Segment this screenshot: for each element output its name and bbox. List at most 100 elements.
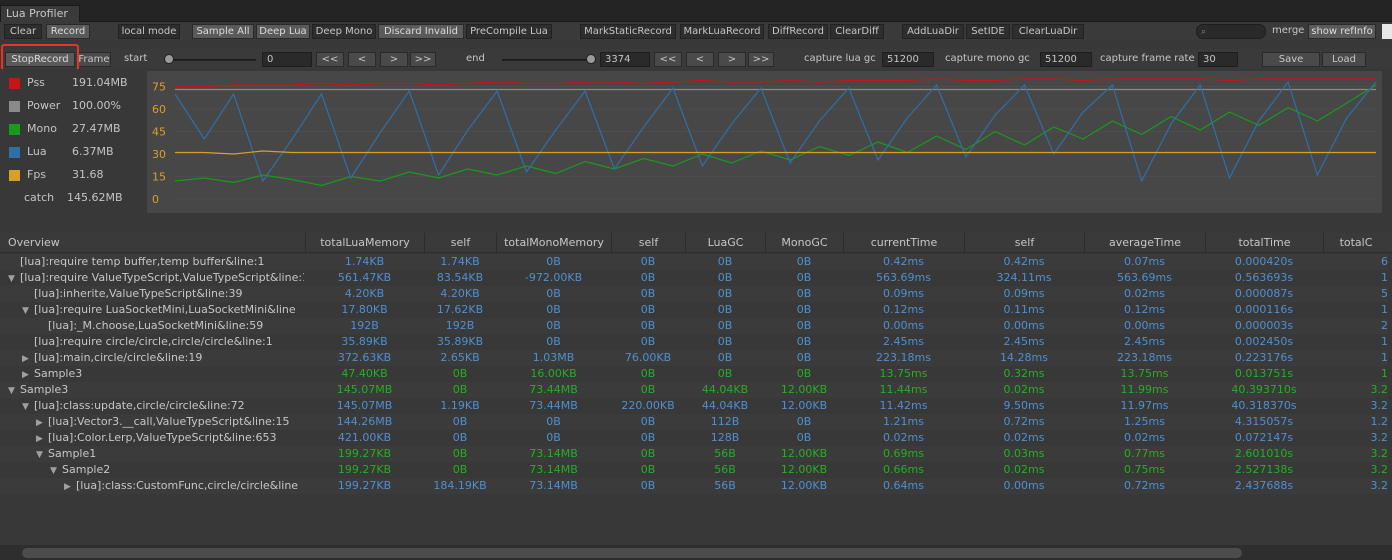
horizontal-scrollbar-thumb[interactable] (22, 548, 1242, 558)
cell-totalc: 1 (1381, 351, 1388, 364)
end-next-far-button[interactable]: >> (748, 52, 774, 67)
table-row[interactable]: ▶ [lua]:Color.Lerp,ValueTypeScript&line:6… (0, 430, 1388, 446)
cell-self: 0.02ms (1003, 431, 1045, 444)
cell-totalluamemory: 145.07MB (336, 399, 393, 412)
cell-totaltime: 2.527138s (1234, 463, 1294, 476)
table-row[interactable]: [lua]:require circle/circle,circle/circl… (0, 334, 1388, 350)
start-next-button[interactable]: > (380, 52, 408, 67)
table-row[interactable]: [lua]:inherite,ValueTypeScript&line:39 4.… (0, 286, 1388, 302)
end-frame-input[interactable]: 3374 (600, 52, 650, 67)
diff-record-button[interactable]: DiffRecord (768, 24, 828, 39)
collapsed-arrow-icon[interactable]: ▶ (36, 431, 48, 446)
row-name: ▶ [lua]:class:CustomFunc,circle/circle&li… (0, 478, 304, 494)
horizontal-scrollbar[interactable] (0, 545, 1392, 560)
column-header-totalluamemory[interactable]: totalLuaMemory (305, 233, 424, 253)
cell-totaltime: 0.223176s (1234, 351, 1294, 364)
cell-currenttime: 11.44ms (879, 383, 928, 396)
table-row[interactable]: ▼ Sample3 145.07MB 0B 73.44MB 0B 44.04KB 12.00K… (0, 382, 1388, 398)
discard-invalid-button[interactable]: Discard Invalid (378, 24, 464, 39)
window-tab[interactable]: Lua Profiler (0, 5, 80, 22)
table-row[interactable]: ▶ [lua]:main,circle/circle&line:19 372.63K… (0, 350, 1388, 366)
column-header-monogc[interactable]: MonoGC (765, 233, 843, 253)
add-lua-dir-button[interactable]: AddLuaDir (902, 24, 964, 39)
collapsed-arrow-icon[interactable]: ▶ (22, 351, 34, 366)
expanded-arrow-icon[interactable]: ▼ (8, 383, 20, 398)
cell-currenttime: 0.66ms (883, 463, 924, 476)
end-prev-far-button[interactable]: << (654, 52, 682, 67)
column-header-overview[interactable]: Overview (0, 233, 305, 253)
sample-all-button[interactable]: Sample All (192, 24, 254, 39)
table-header: Overview totalLuaMemory self totalMonoMemor… (0, 233, 1392, 253)
clear-button[interactable]: Clear (4, 24, 42, 39)
start-prev-button[interactable]: < (348, 52, 376, 67)
row-name: ▼ [lua]:require LuaSocketMini,LuaSocketMi… (0, 302, 304, 318)
column-header-totaltime[interactable]: totalTime (1205, 233, 1323, 253)
deep-mono-button[interactable]: Deep Mono (312, 24, 376, 39)
memory-chart-svg: 75 60 45 30 15 0 (152, 78, 1377, 206)
table-row[interactable]: ▶ [lua]:class:CustomFunc,circle/circle&li… (0, 478, 1388, 494)
cell-self: 184.19KB (433, 479, 487, 492)
row-name-text: Sample2 (62, 463, 111, 476)
column-header-luagc[interactable]: LuaGC (685, 233, 765, 253)
capture-mono-gc-input[interactable]: 51200 (1040, 52, 1092, 67)
merge-label[interactable]: merge (1272, 24, 1304, 38)
local-mode-button[interactable]: local mode (118, 24, 180, 39)
clear-diff-button[interactable]: ClearDiff (830, 24, 884, 39)
set-ide-button[interactable]: SetIDE (966, 24, 1010, 39)
start-frame-input[interactable]: 0 (262, 52, 312, 67)
table-row[interactable]: [lua]:require temp buffer,temp buffer&li… (0, 254, 1388, 270)
table-row[interactable]: ▼ Sample1 199.27KB 0B 73.14MB 0B 56B 12.00KB 0.6… (0, 446, 1388, 462)
table-row[interactable]: ▶ Sample3 47.40KB 0B 16.00KB 0B 0B 0B 13.75ms 0.3… (0, 366, 1388, 382)
column-header-averagetime[interactable]: averageTime (1084, 233, 1205, 253)
search-input[interactable]: ⌕ (1196, 24, 1266, 39)
column-header-self[interactable]: self (424, 233, 496, 253)
collapsed-arrow-icon[interactable]: ▶ (36, 415, 48, 430)
mark-lua-record-button[interactable]: MarkLuaRecord (680, 24, 764, 39)
clear-lua-dir-button[interactable]: ClearLuaDir (1012, 24, 1084, 39)
deep-lua-button[interactable]: Deep Lua (256, 24, 310, 39)
start-slider-handle[interactable] (164, 54, 174, 64)
cell-self: 4.20KB (440, 287, 480, 300)
table-row[interactable]: ▼ [lua]:require LuaSocketMini,LuaSocketMi… (0, 302, 1388, 318)
column-header-self[interactable]: self (964, 233, 1084, 253)
show-ref-info-button[interactable]: show refInfo (1308, 24, 1376, 39)
start-next-far-button[interactable]: >> (410, 52, 436, 67)
precompile-lua-button[interactable]: PreCompile Lua (466, 24, 552, 39)
expanded-arrow-icon[interactable]: ▼ (22, 303, 34, 318)
load-button[interactable]: Load (1322, 52, 1366, 67)
end-next-button[interactable]: > (718, 52, 746, 67)
mark-static-record-button[interactable]: MarkStaticRecord (580, 24, 676, 39)
cell-currenttime: 11.42ms (879, 399, 928, 412)
column-header-totalmonomemory[interactable]: totalMonoMemory (496, 233, 611, 253)
memory-chart[interactable]: 75 60 45 30 15 0 (147, 71, 1382, 213)
end-label: end (466, 53, 485, 64)
row-name: [lua]:_M.choose,LuaSocketMini&line:59 (0, 318, 304, 334)
expanded-arrow-icon[interactable]: ▼ (22, 399, 34, 414)
table-row[interactable]: ▼ [lua]:require ValueTypeScript,ValueType… (0, 270, 1388, 286)
cell-totaltime: 0.000420s (1234, 255, 1294, 268)
expanded-arrow-icon[interactable]: ▼ (8, 271, 20, 286)
column-header-self[interactable]: self (611, 233, 685, 253)
column-header-totalc[interactable]: totalC (1323, 233, 1388, 253)
collapsed-arrow-icon[interactable]: ▶ (22, 367, 34, 382)
end-slider-handle[interactable] (586, 54, 596, 64)
cell-totalc: 1 (1381, 303, 1388, 316)
expanded-arrow-icon[interactable]: ▼ (50, 463, 62, 478)
capture-lua-gc-input[interactable]: 51200 (882, 52, 934, 67)
end-prev-button[interactable]: < (686, 52, 714, 67)
table-row[interactable]: ▶ [lua]:Vector3.__call,ValueTypeScript&li… (0, 414, 1388, 430)
record-button[interactable]: Record (46, 24, 90, 39)
expanded-arrow-icon[interactable]: ▼ (36, 447, 48, 462)
column-header-currenttime[interactable]: currentTime (843, 233, 964, 253)
end-slider[interactable] (502, 59, 596, 61)
table-row[interactable]: [lua]:_M.choose,LuaSocketMini&line:59 192… (0, 318, 1388, 334)
table-row[interactable]: ▼ [lua]:class:update,circle/circle&line:7… (0, 398, 1388, 414)
start-slider[interactable] (164, 59, 256, 61)
start-prev-far-button[interactable]: << (316, 52, 344, 67)
capture-frame-rate-input[interactable]: 30 (1198, 52, 1238, 67)
save-button[interactable]: Save (1262, 52, 1320, 67)
table-row[interactable]: ▼ Sample2 199.27KB 0B 73.14MB 0B 56B 12.00KB 0.6… (0, 462, 1388, 478)
frame-button[interactable]: Frame (77, 52, 111, 67)
cell-self: 192B (445, 319, 475, 332)
collapsed-arrow-icon[interactable]: ▶ (64, 479, 76, 494)
